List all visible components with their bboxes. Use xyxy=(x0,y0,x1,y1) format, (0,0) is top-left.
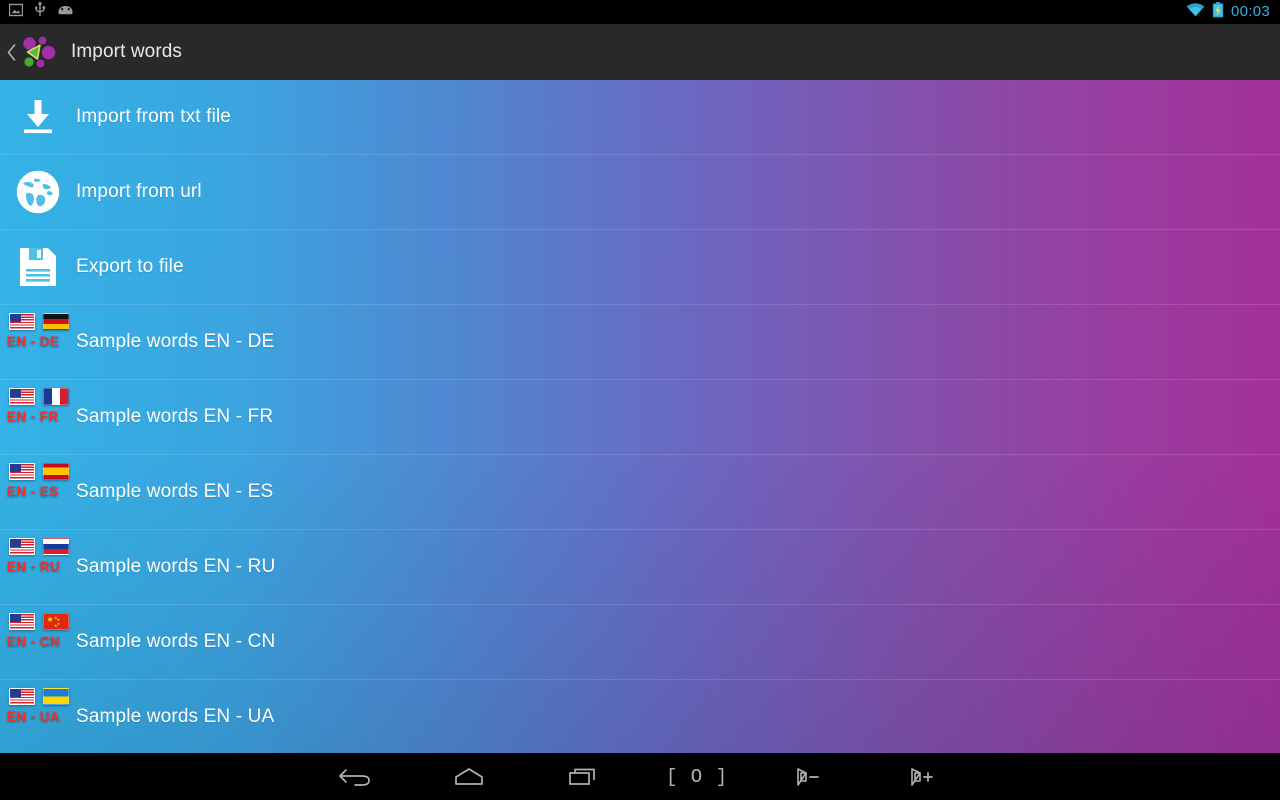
flag-us-icon xyxy=(9,538,35,555)
language-pair-code: EN - UA xyxy=(7,709,61,724)
list-item-import-from-txt-file[interactable]: Import from txt file xyxy=(0,80,1280,155)
volume-up-button[interactable] xyxy=(868,753,982,800)
flag-pair-icon: EN - FR xyxy=(0,380,76,454)
back-button[interactable] xyxy=(298,753,412,800)
action-bar: Import words xyxy=(0,24,1280,80)
list-item-label: Sample words EN - FR xyxy=(76,406,274,427)
globe-icon xyxy=(0,155,76,229)
flag-pair-icon: EN - UA xyxy=(0,680,76,753)
list-item-label: Import from txt file xyxy=(76,106,232,127)
language-pair-code: EN - CN xyxy=(7,634,61,649)
flag-fr-icon xyxy=(43,388,69,405)
flag-pair-icon: EN - ES xyxy=(0,455,76,529)
language-pair-code: EN - FR xyxy=(7,409,59,424)
volume-down-icon xyxy=(794,766,828,788)
list-item-label: Sample words EN - ES xyxy=(76,481,274,502)
wifi-icon xyxy=(1186,2,1205,22)
flag-us-icon xyxy=(9,688,35,705)
list-item-sample-words-en-fr[interactable]: EN - FR Sample words EN - FR xyxy=(0,380,1280,455)
flag-pair-icon: EN - RU xyxy=(0,530,76,604)
list-item-label: Import from url xyxy=(76,181,202,202)
list-item-sample-words-en-es[interactable]: EN - ES Sample words EN - ES xyxy=(0,455,1280,530)
list-item-label: Sample words EN - UA xyxy=(76,706,275,727)
recent-apps-icon xyxy=(566,765,600,789)
import-words-list: Import from txt file Import from url Exp… xyxy=(0,80,1280,753)
app-logo-icon[interactable] xyxy=(18,32,58,72)
flag-us-icon xyxy=(9,313,35,330)
list-item-export-to-file[interactable]: Export to file xyxy=(0,230,1280,305)
recents-button[interactable] xyxy=(526,753,640,800)
language-pair-code: EN - ES xyxy=(7,484,59,499)
flag-us-icon xyxy=(9,463,35,480)
list-item-sample-words-en-ru[interactable]: EN - RU Sample words EN - RU xyxy=(0,530,1280,605)
language-pair-code: EN - DE xyxy=(7,334,60,349)
home-button[interactable] xyxy=(412,753,526,800)
android-screen: 00:03 Import words Import from txt file … xyxy=(0,0,1280,800)
screenshot-icon: [ O ] xyxy=(665,765,728,788)
home-icon xyxy=(452,765,486,789)
list-item-sample-words-en-cn[interactable]: ★ ★ ★ ★ ★ EN - CN Sample words EN - CN xyxy=(0,605,1280,680)
list-item-label: Sample words EN - RU xyxy=(76,556,276,577)
back-chevron-icon[interactable] xyxy=(4,43,18,61)
list-item-sample-words-en-ua[interactable]: EN - UA Sample words EN - UA xyxy=(0,680,1280,753)
flag-de-icon xyxy=(43,313,69,330)
list-item-import-from-url[interactable]: Import from url xyxy=(0,155,1280,230)
download-icon xyxy=(0,80,76,154)
volume-down-button[interactable] xyxy=(754,753,868,800)
flag-us-icon xyxy=(9,388,35,405)
usb-icon xyxy=(34,2,46,22)
status-bar-clock: 00:03 xyxy=(1230,3,1270,20)
list-item-label: Sample words EN - CN xyxy=(76,631,276,652)
language-pair-code: EN - RU xyxy=(7,559,61,574)
flag-ru-icon xyxy=(43,538,69,555)
flag-cn-icon: ★ ★ ★ ★ ★ xyxy=(43,613,69,630)
list-item-label: Sample words EN - DE xyxy=(76,331,275,352)
android-debug-icon xyxy=(57,3,74,21)
battery-charging-icon xyxy=(1212,1,1224,23)
status-bar-left-icons xyxy=(0,2,74,22)
flag-pair-icon: ★ ★ ★ ★ ★ EN - CN xyxy=(0,605,76,679)
status-bar: 00:03 xyxy=(0,0,1280,24)
screenshot-button[interactable]: [ O ] xyxy=(640,753,754,800)
volume-up-icon xyxy=(908,766,942,788)
status-bar-right: 00:03 xyxy=(1186,0,1280,24)
navigation-bar: [ O ] xyxy=(0,753,1280,800)
flag-es-icon xyxy=(43,463,69,480)
screenshot-notification-icon xyxy=(8,3,24,22)
flag-ua-icon xyxy=(43,688,69,705)
floppy-disk-save-icon xyxy=(0,230,76,304)
flag-us-icon xyxy=(9,613,35,630)
back-arrow-icon xyxy=(338,765,372,789)
flag-pair-icon: EN - DE xyxy=(0,305,76,379)
list-item-label: Export to file xyxy=(76,256,184,277)
page-title: Import words xyxy=(71,41,183,62)
list-item-sample-words-en-de[interactable]: EN - DE Sample words EN - DE xyxy=(0,305,1280,380)
